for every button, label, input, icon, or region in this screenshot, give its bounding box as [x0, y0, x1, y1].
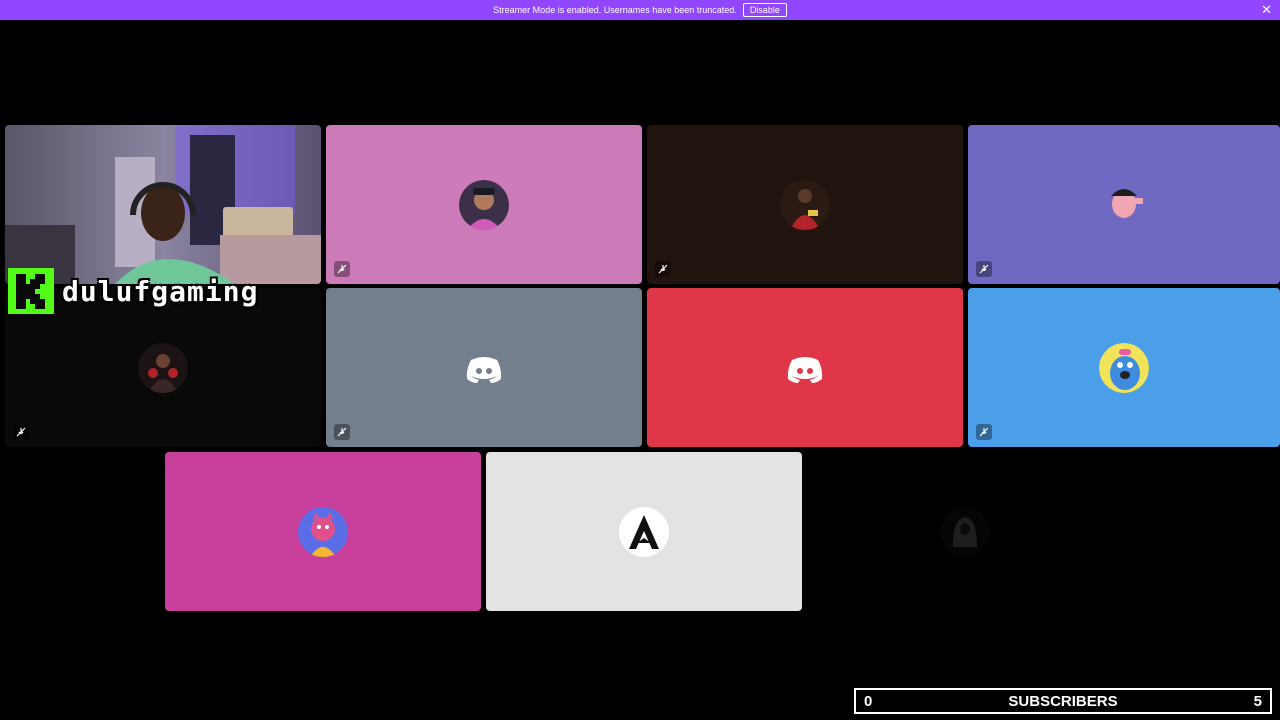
participant-tile[interactable] — [486, 452, 802, 611]
participant-tile[interactable] — [165, 452, 481, 611]
participant-tile[interactable] — [647, 288, 963, 447]
muted-mic-icon — [13, 424, 29, 440]
subscriber-goal-bar: 0 SUBSCRIBERS 5 — [854, 688, 1272, 714]
subscriber-label: SUBSCRIBERS — [1008, 692, 1118, 710]
participant-tile-camera[interactable] — [5, 125, 321, 284]
person-avatar-icon — [459, 179, 509, 230]
muted-mic-icon — [976, 424, 992, 440]
subscriber-count: 0 — [864, 692, 873, 710]
blue-creature-avatar-icon — [1099, 342, 1149, 393]
soccer-player-avatar-icon — [780, 179, 830, 230]
close-banner-icon[interactable]: ✕ — [1261, 3, 1272, 17]
assassins-creed-avatar-icon — [619, 506, 669, 557]
devil-cartoon-avatar-icon — [298, 506, 348, 557]
muted-mic-icon — [334, 261, 350, 277]
muted-mic-icon — [655, 261, 671, 277]
streamer-mode-message: Streamer Mode is enabled. Usernames have… — [493, 5, 737, 15]
muted-mic-icon — [976, 261, 992, 277]
streamer-mode-banner: Streamer Mode is enabled. Usernames have… — [0, 0, 1280, 20]
webcam-video — [5, 125, 321, 284]
subscriber-goal: 5 — [1253, 692, 1262, 710]
discord-default-avatar-icon — [780, 343, 830, 393]
participant-tile[interactable] — [647, 125, 963, 284]
disable-streamer-mode-button[interactable]: Disable — [742, 3, 787, 17]
participant-tile[interactable] — [968, 288, 1280, 447]
discord-default-avatar-icon — [459, 343, 509, 393]
boxer-avatar-icon — [138, 342, 188, 393]
streamer-name: dulufgaming — [62, 274, 259, 308]
participant-tile[interactable] — [968, 125, 1280, 284]
participant-tile[interactable] — [326, 288, 642, 447]
hooded-figure-avatar-icon — [940, 506, 990, 557]
muted-mic-icon — [334, 424, 350, 440]
participant-tile[interactable] — [326, 125, 642, 284]
participant-tile[interactable] — [807, 452, 1123, 611]
kick-logo-icon — [8, 268, 54, 314]
cartoon-avatar-icon — [1099, 179, 1149, 230]
streamer-name-overlay: dulufgaming — [8, 268, 258, 314]
